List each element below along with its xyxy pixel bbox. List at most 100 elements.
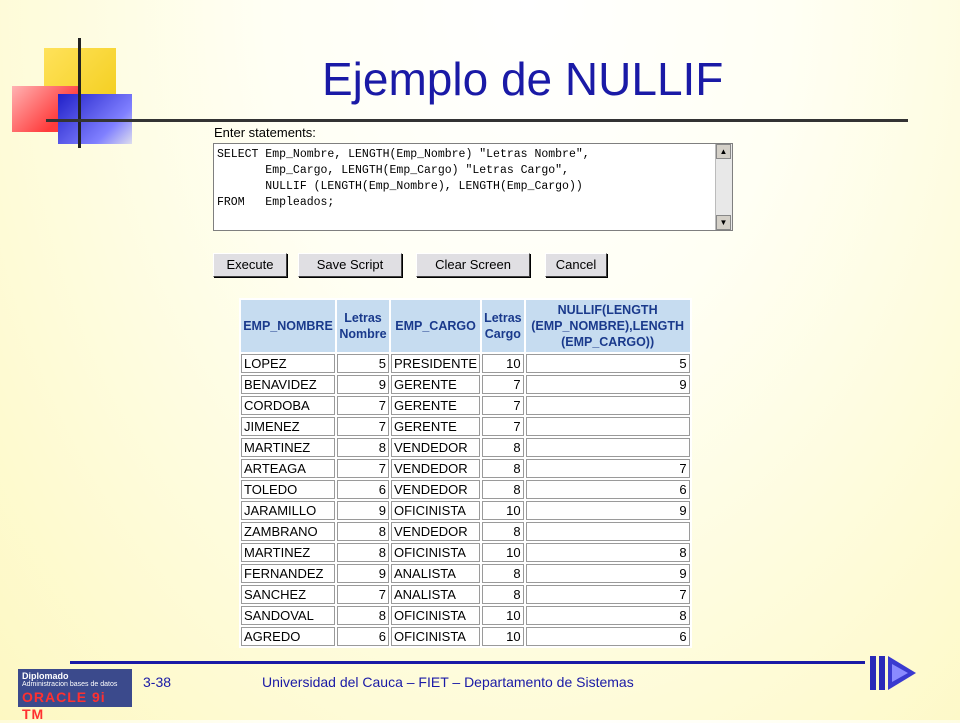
table-row: BENAVIDEZ 9 GERENTE 7 9 [241, 375, 690, 394]
table-row: SANDOVAL 8 OFICINISTA 10 8 [241, 606, 690, 625]
table-cell: JIMENEZ [241, 417, 335, 436]
table-cell: 7 [482, 396, 524, 415]
table-row: AGREDO 6 OFICINISTA 10 6 [241, 627, 690, 646]
table-cell: 9 [525, 501, 690, 520]
table-cell: 8 [482, 585, 524, 604]
table-cell: VENDEDOR [391, 438, 481, 457]
table-cell: 7 [482, 417, 524, 436]
table-row: MARTINEZ 8 OFICINISTA 10 8 [241, 543, 690, 562]
table-cell: 10 [482, 354, 524, 373]
table-cell: 7 [525, 585, 690, 604]
table-cell: 9 [337, 564, 389, 583]
editor-scrollbar[interactable]: ▲ ▼ [715, 144, 732, 230]
decor-vertical-line [78, 38, 81, 148]
table-cell: 8 [482, 522, 524, 541]
table-cell: 5 [525, 354, 690, 373]
page-number: 3-38 [143, 674, 172, 690]
table-cell: 10 [482, 627, 524, 646]
table-cell: 8 [482, 564, 524, 583]
footer-text: Universidad del Cauca – FIET – Departame… [262, 674, 634, 690]
table-cell: TOLEDO [241, 480, 335, 499]
column-header: Letras Nombre [337, 300, 389, 352]
table-cell [525, 396, 690, 415]
table-cell: 6 [525, 480, 690, 499]
table-cell: CORDOBA [241, 396, 335, 415]
table-cell: OFICINISTA [391, 501, 481, 520]
table-row: JIMENEZ 7 GERENTE 7 [241, 417, 690, 436]
table-row: CORDOBA 7 GERENTE 7 [241, 396, 690, 415]
table-cell: MARTINEZ [241, 438, 335, 457]
table-row: JARAMILLO 9 OFICINISTA 10 9 [241, 501, 690, 520]
cancel-button[interactable]: Cancel [545, 253, 607, 277]
enter-statements-label: Enter statements: [214, 125, 316, 140]
save-script-button[interactable]: Save Script [298, 253, 402, 277]
table-cell: 7 [337, 459, 389, 478]
table-cell: 7 [337, 585, 389, 604]
table-cell: 10 [482, 543, 524, 562]
table-cell: 9 [337, 375, 389, 394]
oracle-logo: Diplomado Administracion bases de datos … [18, 669, 132, 722]
scroll-up-icon[interactable]: ▲ [716, 144, 731, 159]
logo-brand: ORACLE 9i TM [22, 689, 106, 722]
table-cell: GERENTE [391, 396, 481, 415]
table-cell: 10 [482, 606, 524, 625]
table-cell: FERNANDEZ [241, 564, 335, 583]
table-row: FERNANDEZ 9 ANALISTA 8 9 [241, 564, 690, 583]
table-cell: OFICINISTA [391, 627, 481, 646]
table-cell: MARTINEZ [241, 543, 335, 562]
column-header: EMP_CARGO [391, 300, 481, 352]
table-cell: VENDEDOR [391, 459, 481, 478]
table-cell: SANDOVAL [241, 606, 335, 625]
table-cell: 9 [337, 501, 389, 520]
table-cell: 8 [525, 606, 690, 625]
table-cell: GERENTE [391, 417, 481, 436]
sql-editor[interactable]: SELECT Emp_Nombre, LENGTH(Emp_Nombre) "L… [213, 143, 733, 231]
table-cell [525, 522, 690, 541]
table-cell [525, 438, 690, 457]
table-cell: 8 [337, 606, 389, 625]
table-cell: 6 [525, 627, 690, 646]
table-row: ZAMBRANO 8 VENDEDOR 8 [241, 522, 690, 541]
results-table: EMP_NOMBRE Letras Nombre EMP_CARGO Letra… [239, 298, 692, 648]
execute-button[interactable]: Execute [213, 253, 287, 277]
table-row: MARTINEZ 8 VENDEDOR 8 [241, 438, 690, 457]
table-cell: 5 [337, 354, 389, 373]
table-cell: GERENTE [391, 375, 481, 394]
scroll-down-icon[interactable]: ▼ [716, 215, 731, 230]
table-cell: ANALISTA [391, 564, 481, 583]
table-row: LOPEZ 5 PRESIDENTE 10 5 [241, 354, 690, 373]
table-cell: OFICINISTA [391, 543, 481, 562]
table-cell: 8 [482, 438, 524, 457]
table-cell: ARTEAGA [241, 459, 335, 478]
table-row: TOLEDO 6 VENDEDOR 8 6 [241, 480, 690, 499]
table-cell: SANCHEZ [241, 585, 335, 604]
table-cell: VENDEDOR [391, 480, 481, 499]
sql-text[interactable]: SELECT Emp_Nombre, LENGTH(Emp_Nombre) "L… [217, 147, 590, 211]
table-cell: AGREDO [241, 627, 335, 646]
table-header-row: EMP_NOMBRE Letras Nombre EMP_CARGO Letra… [241, 300, 690, 352]
logo-line1: Diplomado [22, 671, 69, 681]
column-header: EMP_NOMBRE [241, 300, 335, 352]
footer-divider [70, 661, 865, 664]
table-cell [525, 417, 690, 436]
table-cell: 8 [525, 543, 690, 562]
table-row: SANCHEZ 7 ANALISTA 8 7 [241, 585, 690, 604]
table-cell: 8 [337, 438, 389, 457]
table-cell: 8 [482, 459, 524, 478]
table-cell: VENDEDOR [391, 522, 481, 541]
next-slide-arrow-icon[interactable] [868, 654, 920, 694]
table-row: ARTEAGA 7 VENDEDOR 8 7 [241, 459, 690, 478]
table-cell: 7 [525, 459, 690, 478]
table-cell: 7 [337, 417, 389, 436]
table-cell: 9 [525, 375, 690, 394]
table-cell: 7 [337, 396, 389, 415]
column-header: Letras Cargo [482, 300, 524, 352]
table-cell: 8 [337, 522, 389, 541]
table-cell: ZAMBRANO [241, 522, 335, 541]
slide-title: Ejemplo de NULLIF [322, 53, 724, 105]
clear-screen-button[interactable]: Clear Screen [416, 253, 530, 277]
table-cell: 9 [525, 564, 690, 583]
table-cell: BENAVIDEZ [241, 375, 335, 394]
table-cell: ANALISTA [391, 585, 481, 604]
logo-line2: Administracion bases de datos [22, 681, 118, 688]
